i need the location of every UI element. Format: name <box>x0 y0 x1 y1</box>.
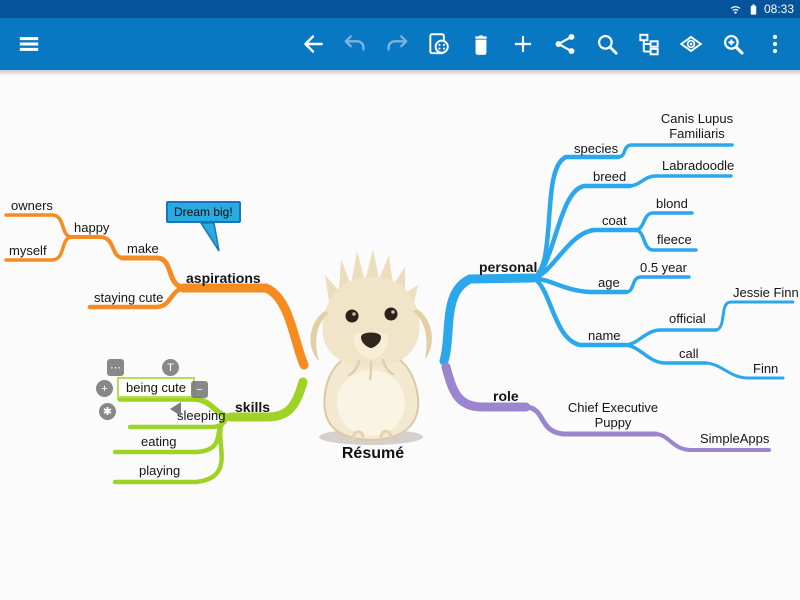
node-aspirations[interactable]: aspirations <box>186 270 261 286</box>
node-personal[interactable]: personal <box>479 259 537 275</box>
delete-icon[interactable] <box>460 18 502 70</box>
node-coat-blond[interactable]: blond <box>656 196 688 211</box>
callout-tail <box>201 223 219 251</box>
status-bar: 08:33 <box>0 0 800 18</box>
node-playing[interactable]: playing <box>139 463 180 478</box>
callout-dream-big[interactable]: Dream big! <box>166 201 241 223</box>
center-node-label[interactable]: Résumé <box>333 445 413 463</box>
search-icon[interactable] <box>586 18 628 70</box>
add-node-icon[interactable] <box>502 18 544 70</box>
node-call[interactable]: call <box>679 346 699 361</box>
node-eating[interactable]: eating <box>141 434 176 449</box>
node-coat-fleece[interactable]: fleece <box>657 232 692 247</box>
node-age-value[interactable]: 0.5 year <box>640 260 687 275</box>
node-official-value[interactable]: Jessie Finn <box>733 285 799 300</box>
node-collapse-button[interactable]: − <box>191 381 208 398</box>
node-species-value[interactable]: Canis Lupus Familiaris <box>653 112 741 141</box>
style-icon[interactable] <box>418 18 460 70</box>
node-more-button[interactable]: ⋯ <box>107 359 124 376</box>
presentation-view-icon[interactable] <box>670 18 712 70</box>
node-myself[interactable]: myself <box>9 243 47 258</box>
back-icon[interactable] <box>292 18 334 70</box>
share-icon[interactable] <box>544 18 586 70</box>
wifi-icon <box>728 2 743 17</box>
node-species[interactable]: species <box>574 141 618 156</box>
status-time: 08:33 <box>764 2 794 16</box>
zoom-in-icon[interactable] <box>712 18 754 70</box>
node-name[interactable]: name <box>588 328 621 343</box>
node-owners[interactable]: owners <box>11 198 53 213</box>
node-staying-cute[interactable]: staying cute <box>94 290 163 305</box>
selected-node-being-cute[interactable]: being cute <box>117 377 195 398</box>
node-text-style-button[interactable]: T <box>162 359 179 376</box>
node-breed[interactable]: breed <box>593 169 626 184</box>
battery-icon <box>746 2 761 17</box>
mindmap-canvas[interactable]: Résumé Dream big! owners myself happy ma… <box>0 70 800 600</box>
node-coat[interactable]: coat <box>602 213 627 228</box>
node-make[interactable]: make <box>127 241 159 256</box>
node-style-button[interactable]: ✱ <box>99 403 116 420</box>
menu-icon[interactable] <box>8 18 50 70</box>
node-role-value[interactable]: Chief Executive Puppy <box>563 401 663 430</box>
node-add-button[interactable]: + <box>96 380 113 397</box>
node-sleeping[interactable]: sleeping <box>177 408 225 423</box>
toolbar <box>0 18 800 70</box>
node-call-value[interactable]: Finn <box>753 361 778 376</box>
node-role[interactable]: role <box>493 388 519 404</box>
puppy-photo[interactable] <box>295 243 450 448</box>
layout-icon[interactable] <box>628 18 670 70</box>
node-age[interactable]: age <box>598 275 620 290</box>
node-happy[interactable]: happy <box>74 220 109 235</box>
node-drag-handle[interactable] <box>170 402 181 416</box>
node-breed-value[interactable]: Labradoodle <box>662 158 734 173</box>
node-skills[interactable]: skills <box>235 399 270 415</box>
node-company[interactable]: SimpleApps <box>700 431 769 446</box>
more-options-icon[interactable] <box>754 18 796 70</box>
node-official[interactable]: official <box>669 311 706 326</box>
redo-icon[interactable] <box>376 18 418 70</box>
undo-icon[interactable] <box>334 18 376 70</box>
toolbar-actions <box>292 18 796 70</box>
